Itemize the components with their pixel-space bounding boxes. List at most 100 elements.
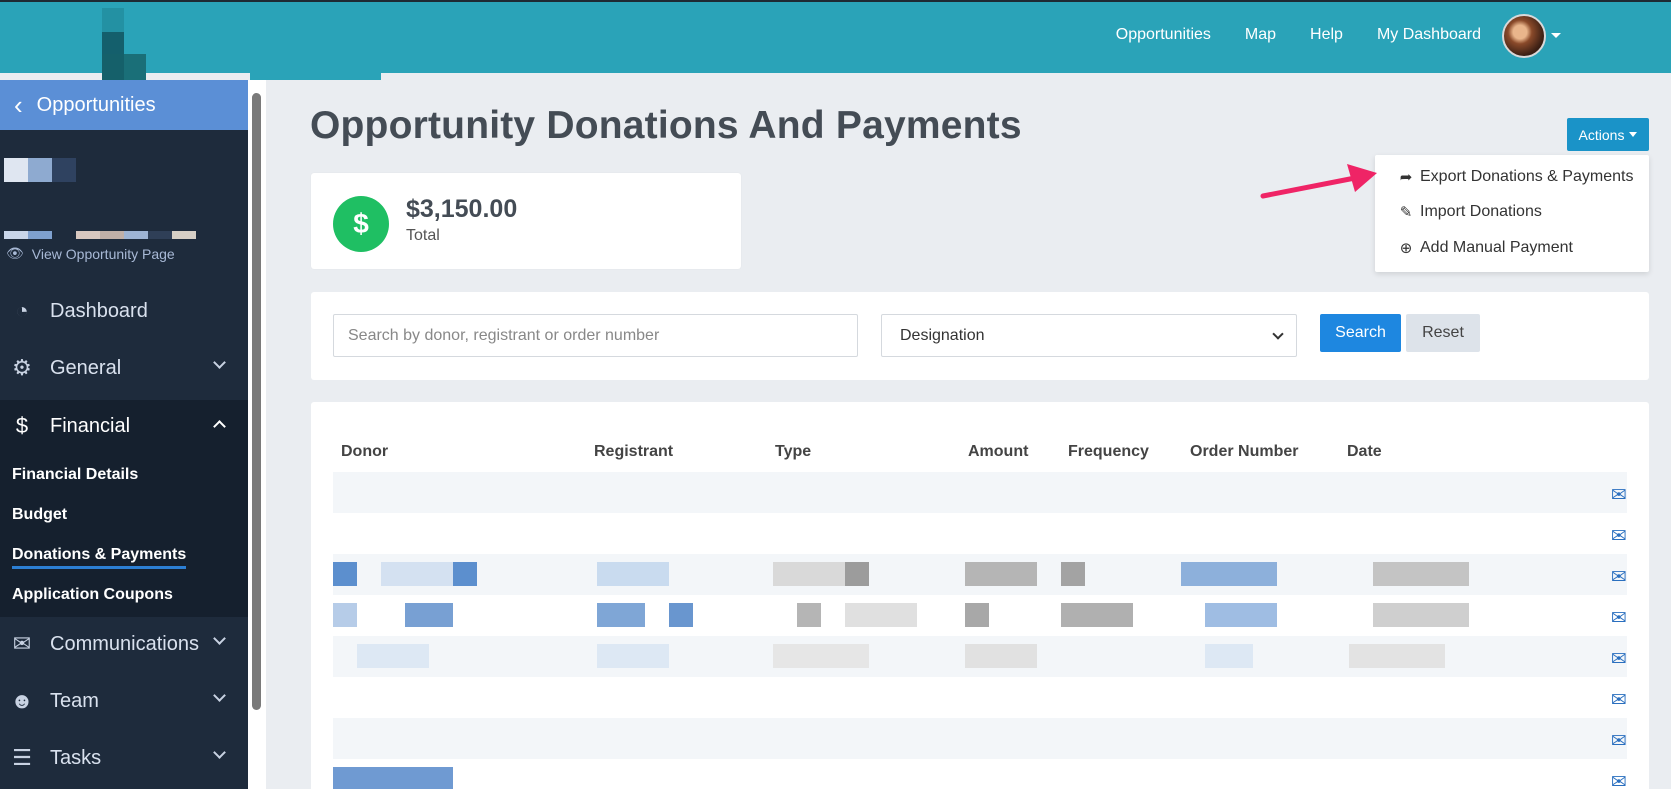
table-row[interactable]: ✉	[333, 636, 1627, 677]
redacted-opportunity-name	[4, 231, 196, 239]
user-avatar[interactable]	[1502, 14, 1546, 58]
share-arrow-icon: ➦	[1399, 169, 1413, 186]
column-header-date[interactable]: Date	[1347, 443, 1382, 461]
sidebar-subitem-donations-payments[interactable]: Donations & Payments	[12, 546, 187, 569]
sidebar-item-dashboard[interactable]: ◔ Dashboard	[0, 285, 248, 337]
sidebar-item-label: General	[50, 356, 122, 379]
table-row[interactable]: ✉	[333, 718, 1627, 759]
envelope-icon[interactable]: ✉	[1611, 566, 1629, 588]
table-row[interactable]: ✉	[333, 513, 1627, 554]
redacted-cell	[597, 562, 669, 586]
redacted-cell	[357, 644, 429, 668]
reset-button[interactable]: Reset	[1406, 314, 1480, 352]
redacted-cell	[1349, 644, 1445, 668]
top-navbar: Opportunities Map Help My Dashboard	[0, 0, 1671, 80]
sidebar-subitem-financial-details[interactable]: Financial Details	[12, 466, 138, 484]
redacted-cell	[773, 562, 845, 586]
redacted-cell	[333, 767, 453, 789]
redacted-cell	[797, 603, 821, 627]
sidebar-back-label: Opportunities	[36, 93, 156, 116]
table-row[interactable]: ✉	[333, 759, 1627, 789]
sidebar-item-label: Team	[50, 689, 99, 712]
actions-button[interactable]: Actions	[1567, 118, 1649, 151]
redacted-cell	[845, 603, 917, 627]
sidebar-back-link[interactable]: ‹ Opportunities	[0, 80, 248, 130]
view-opportunity-page-link[interactable]: 👁 View Opportunity Page	[6, 245, 175, 262]
designation-select[interactable]: Designation	[881, 314, 1297, 357]
envelope-icon[interactable]: ✉	[1611, 607, 1629, 629]
sidebar-item-team[interactable]: ☻ Team	[0, 675, 248, 727]
sidebar-subitem-budget[interactable]: Budget	[12, 506, 67, 524]
table-row[interactable]: ✉	[333, 677, 1627, 718]
sidebar-scrollbar-thumb[interactable]	[252, 93, 261, 710]
nav-help[interactable]: Help	[1310, 26, 1343, 44]
envelope-icon[interactable]: ✉	[1611, 689, 1629, 711]
table-row[interactable]: ✉	[333, 472, 1627, 513]
designation-value: Designation	[900, 326, 985, 344]
redacted-cell	[381, 562, 453, 586]
nav-opportunities[interactable]: Opportunities	[1116, 26, 1211, 44]
dollar-icon: $	[15, 413, 29, 438]
redacted-cell	[965, 644, 1037, 668]
search-input[interactable]: Search by donor, registrant or order num…	[333, 314, 858, 357]
redacted-cell	[333, 562, 357, 586]
chevron-down-icon	[1272, 328, 1284, 340]
envelope-icon[interactable]: ✉	[1611, 648, 1629, 670]
donations-table: Donor Registrant Type Amount Frequency O…	[311, 402, 1649, 789]
nav-my-dashboard[interactable]: My Dashboard	[1377, 26, 1481, 44]
sidebar-item-financial[interactable]: $ Financial	[0, 400, 248, 452]
menu-item-label: Import Donations	[1420, 203, 1542, 220]
column-header-order-number[interactable]: Order Number	[1190, 443, 1298, 461]
filter-bar: Search by donor, registrant or order num…	[311, 292, 1649, 380]
sidebar: ‹ Opportunities 👁 View Opportunity Page …	[0, 80, 248, 789]
redacted-cell	[773, 644, 869, 668]
avatar-caret-icon[interactable]	[1551, 33, 1561, 38]
total-amount: $3,150.00	[406, 195, 518, 223]
total-summary-card: $ $3,150.00 Total	[311, 173, 741, 269]
sidebar-item-label: Tasks	[50, 746, 102, 769]
sidebar-item-label: Financial	[50, 414, 131, 437]
actions-dropdown-menu: ➦ Export Donations & Payments ✎ Import D…	[1375, 155, 1649, 272]
sidebar-item-tasks[interactable]: ☰ Tasks	[0, 732, 248, 784]
nav-map[interactable]: Map	[1245, 26, 1276, 44]
menu-item-label: Export Donations & Payments	[1420, 168, 1634, 185]
column-header-frequency[interactable]: Frequency	[1068, 443, 1149, 461]
chevron-down-icon	[213, 356, 226, 369]
menu-import-donations[interactable]: ✎ Import Donations	[1397, 203, 1542, 221]
envelope-icon[interactable]: ✉	[1611, 771, 1629, 789]
column-header-registrant[interactable]: Registrant	[594, 443, 673, 461]
column-header-donor[interactable]: Donor	[341, 443, 388, 461]
redacted-cell	[453, 562, 477, 586]
redacted-cell	[1205, 644, 1253, 668]
redacted-cell	[965, 603, 989, 627]
sidebar-item-general[interactable]: ⚙ General	[0, 342, 248, 394]
column-header-type[interactable]: Type	[775, 443, 811, 461]
table-row[interactable]: ✉	[333, 595, 1627, 636]
brand-logo[interactable]	[102, 8, 154, 82]
actions-label: Actions	[1578, 126, 1625, 143]
envelope-icon[interactable]: ✉	[1611, 484, 1629, 506]
sidebar-item-communications[interactable]: ✉ Communications	[0, 618, 248, 670]
envelope-icon[interactable]: ✉	[1611, 730, 1629, 752]
envelope-icon[interactable]: ✉	[1611, 525, 1629, 547]
eye-icon: 👁	[6, 245, 24, 261]
search-button[interactable]: Search	[1320, 314, 1401, 352]
redacted-cell	[405, 603, 453, 627]
redacted-cell	[1061, 603, 1133, 627]
chevron-down-icon	[213, 689, 226, 702]
envelope-icon: ✉	[12, 631, 32, 656]
dollar-icon: $	[333, 196, 389, 252]
redacted-cell	[669, 603, 693, 627]
menu-export-donations[interactable]: ➦ Export Donations & Payments	[1397, 168, 1634, 186]
view-page-label: View Opportunity Page	[31, 245, 175, 262]
menu-add-manual-payment[interactable]: ⊕ Add Manual Payment	[1397, 239, 1573, 257]
column-header-amount[interactable]: Amount	[968, 443, 1028, 461]
table-row[interactable]: ✉	[333, 554, 1627, 595]
sidebar-subitem-application-coupons[interactable]: Application Coupons	[12, 586, 173, 604]
annotation-arrow-icon	[1260, 164, 1377, 199]
page-title: Opportunity Donations And Payments	[310, 104, 1022, 147]
plus-circle-icon: ⊕	[1399, 240, 1413, 257]
chevron-up-icon	[213, 420, 226, 433]
redacted-cell	[1205, 603, 1277, 627]
chevron-down-icon	[213, 746, 226, 759]
